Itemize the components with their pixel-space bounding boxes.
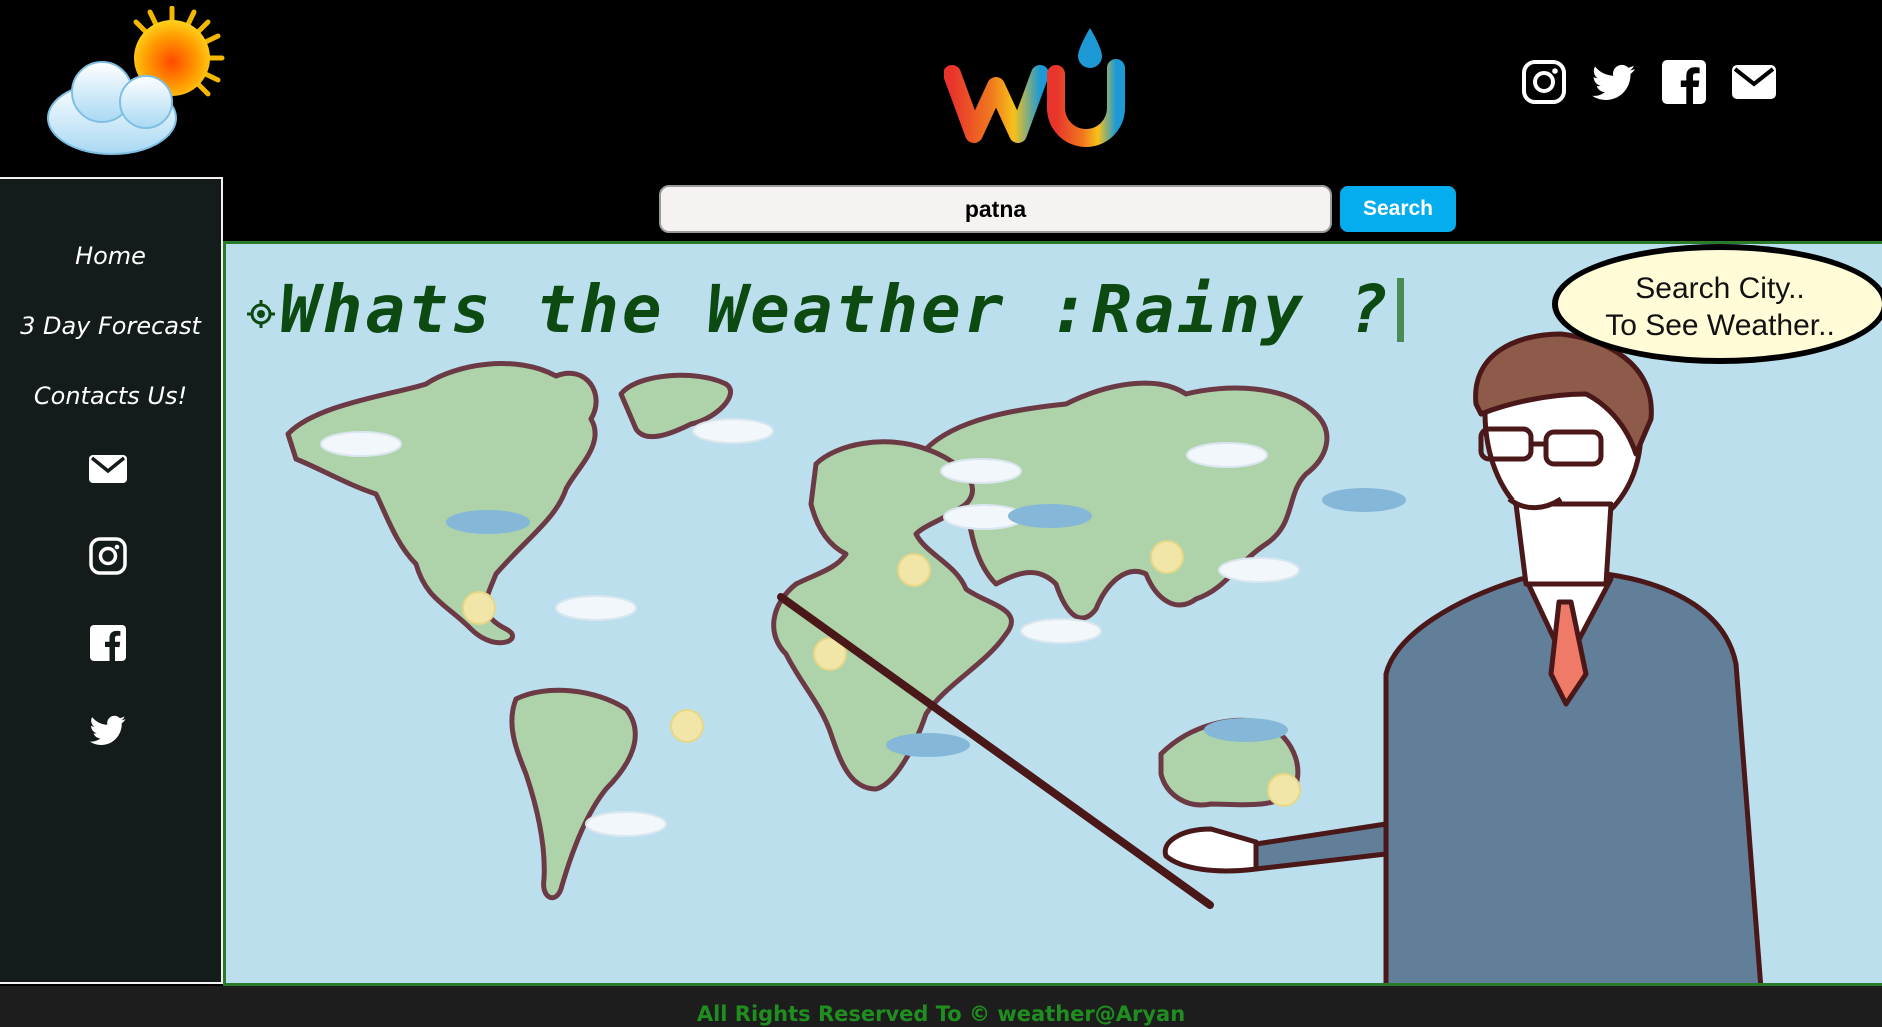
- sidebar: Home 3 Day Forecast Contacts Us!: [0, 177, 223, 984]
- twitter-icon[interactable]: [1590, 58, 1638, 106]
- search-bar: Search: [659, 185, 1456, 233]
- nav-home[interactable]: Home: [75, 241, 146, 271]
- main-content: Whats the Weather :Rainy ? Search City..…: [223, 241, 1882, 986]
- instagram-icon[interactable]: [1520, 58, 1568, 106]
- social-links: [1520, 58, 1778, 106]
- twitter-icon[interactable]: [88, 710, 128, 750]
- sidebar-nav: Home 3 Day Forecast Contacts Us!: [0, 179, 221, 451]
- asia-shape: [923, 380, 1330, 621]
- location-target-icon[interactable]: [246, 299, 276, 329]
- north-america-shape: [285, 361, 599, 646]
- sun-behind-cloud-icon: [47, 6, 225, 155]
- headline: Whats the Weather :Rainy ?: [246, 271, 1405, 348]
- page-title: Whats the Weather :Rainy ?: [280, 271, 1392, 348]
- bubble-line-1: Search City..: [1635, 272, 1805, 305]
- footer-copyright: All Rights Reserved To © weather@Aryan: [696, 1002, 1186, 1026]
- nav-3-day-forecast[interactable]: 3 Day Forecast: [20, 311, 201, 341]
- footer: All Rights Reserved To © weather@Aryan: [0, 986, 1882, 1027]
- facebook-icon[interactable]: [1660, 58, 1708, 106]
- search-input[interactable]: [659, 185, 1332, 233]
- header: [0, 0, 1882, 176]
- search-button[interactable]: Search: [1340, 186, 1456, 232]
- typing-cursor: [1397, 277, 1405, 342]
- bubble-line-2: To See Weather..: [1605, 309, 1835, 342]
- mail-icon[interactable]: [1730, 58, 1778, 106]
- brand-logo[interactable]: [944, 24, 1132, 148]
- mail-icon[interactable]: [88, 449, 128, 489]
- south-america-shape: [509, 687, 638, 901]
- speech-bubble: Search City.. To See Weather..: [1552, 244, 1882, 364]
- facebook-icon[interactable]: [88, 623, 128, 663]
- nav-contacts[interactable]: Contacts Us!: [34, 381, 187, 411]
- instagram-icon[interactable]: [88, 536, 128, 576]
